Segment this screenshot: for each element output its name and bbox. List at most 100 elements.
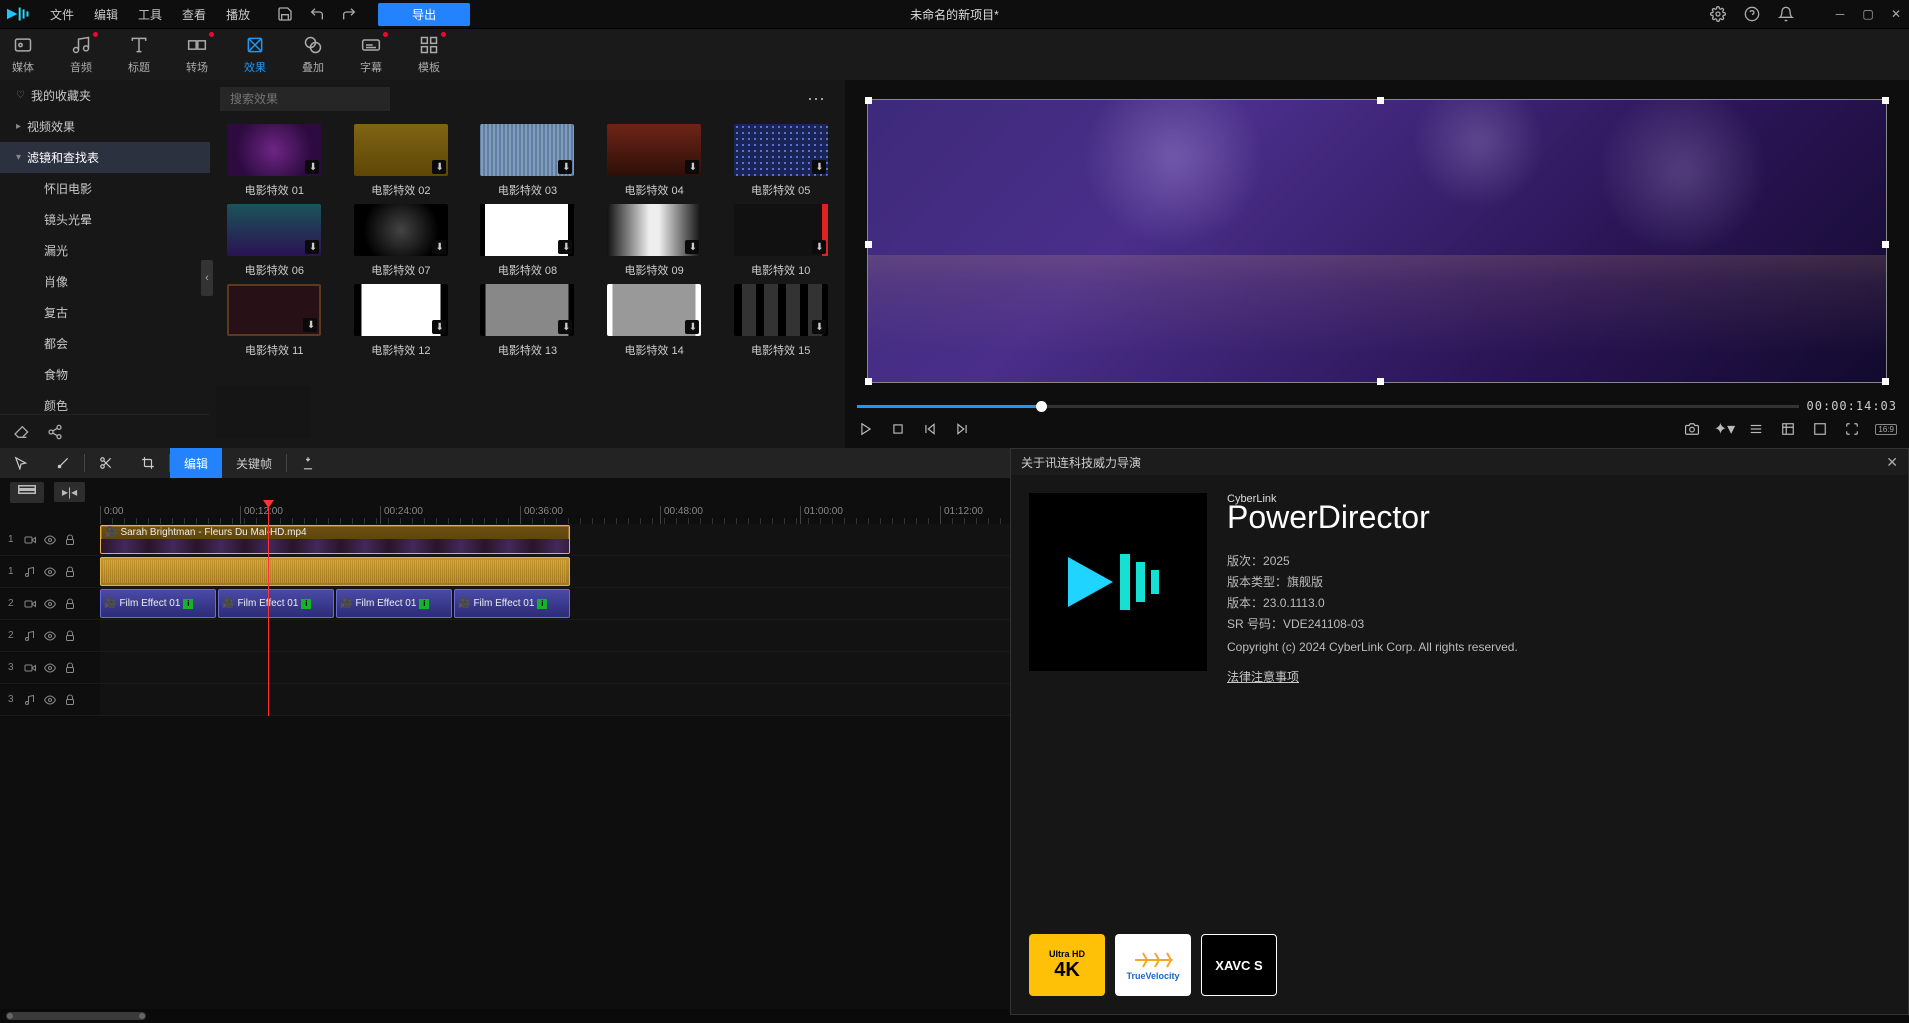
track-header[interactable]: 3: [0, 684, 100, 716]
download-icon[interactable]: ⬇: [309, 242, 317, 253]
track-header[interactable]: 1: [0, 556, 100, 588]
clip-effect[interactable]: 🎥Film Effect 01i: [336, 589, 452, 618]
sidebar-item[interactable]: 镜头光晕: [0, 204, 210, 235]
effect-thumb[interactable]: ⬇: [227, 124, 321, 176]
sidebar-item[interactable]: ▸视频效果: [0, 111, 210, 142]
lock-icon[interactable]: [64, 534, 76, 546]
legal-link[interactable]: 法律注意事项: [1227, 668, 1299, 685]
sidebar-item[interactable]: 颜色: [0, 390, 210, 414]
tool-marker-icon[interactable]: [287, 448, 329, 478]
redo-icon[interactable]: [340, 5, 358, 23]
fullscreen-icon[interactable]: [1843, 420, 1861, 438]
effect-thumb[interactable]: ⬇: [607, 284, 701, 336]
menu-edit[interactable]: 编辑: [86, 3, 126, 26]
effect-thumb[interactable]: ⬇: [734, 204, 828, 256]
export-button[interactable]: 导出: [378, 3, 470, 26]
effect-item[interactable]: ⬇电影特效 01: [216, 124, 333, 198]
lock-icon[interactable]: [64, 662, 76, 674]
effect-thumb[interactable]: ⬇: [734, 124, 828, 176]
effect-item[interactable]: ⬇电影特效 02: [343, 124, 460, 198]
share-icon[interactable]: [46, 423, 64, 441]
module-tab-effect[interactable]: 效果: [244, 34, 266, 75]
clip-effect[interactable]: 🎥Film Effect 01i: [100, 589, 216, 618]
effect-thumb[interactable]: ⬇: [354, 204, 448, 256]
menu-play[interactable]: 播放: [218, 3, 258, 26]
resize-handle[interactable]: [865, 241, 872, 248]
bell-icon[interactable]: [1777, 5, 1795, 23]
aspect-ratio[interactable]: 16:9: [1875, 424, 1897, 435]
download-icon[interactable]: ⬇: [562, 162, 570, 173]
effect-thumb[interactable]: ⬇: [354, 124, 448, 176]
effect-thumb[interactable]: ⬇: [734, 284, 828, 336]
clip-video[interactable]: 🎥Sarah Brightman - Fleurs Du Mal-HD.mp4: [100, 525, 570, 554]
download-icon[interactable]: ⬇: [436, 162, 444, 173]
save-icon[interactable]: [276, 5, 294, 23]
dock-icon[interactable]: [1811, 420, 1829, 438]
effect-thumb[interactable]: ⬇: [607, 204, 701, 256]
download-icon[interactable]: ⬇: [689, 162, 697, 173]
eraser-icon[interactable]: [12, 423, 30, 441]
effect-thumb[interactable]: ⬇: [480, 124, 574, 176]
prev-frame-icon[interactable]: [921, 420, 939, 438]
module-tab-template[interactable]: 模板: [418, 34, 440, 75]
resize-handle[interactable]: [1882, 241, 1889, 248]
resize-handle[interactable]: [1882, 97, 1889, 104]
lock-icon[interactable]: [64, 694, 76, 706]
about-titlebar[interactable]: 关于讯连科技威力导演 ✕: [1011, 449, 1908, 475]
sidebar-item[interactable]: 怀旧电影: [0, 173, 210, 204]
module-tab-transition[interactable]: 转场: [186, 34, 208, 75]
snap-button[interactable]: ▸|◂: [54, 482, 85, 502]
tool-select-icon[interactable]: [0, 448, 42, 478]
effect-item[interactable]: ⬇电影特效 10: [722, 204, 839, 278]
effect-item[interactable]: ⬇电影特效 13: [469, 284, 586, 358]
info-icon[interactable]: i: [419, 599, 429, 609]
snapshot-icon[interactable]: [1683, 420, 1701, 438]
track-manager-button[interactable]: [10, 482, 44, 503]
next-frame-icon[interactable]: [953, 420, 971, 438]
tool-cut-icon[interactable]: [85, 448, 127, 478]
preview-frame[interactable]: [853, 85, 1901, 397]
about-close-icon[interactable]: ✕: [1886, 454, 1898, 471]
menu-tools[interactable]: 工具: [130, 3, 170, 26]
tool-razor-icon[interactable]: [42, 448, 84, 478]
scrub-thumb[interactable]: [1036, 401, 1047, 412]
module-tab-subtitle[interactable]: 字幕: [360, 34, 382, 75]
preview-scrubber[interactable]: 00:00:14:03: [853, 397, 1901, 415]
module-tab-media[interactable]: 媒体: [12, 34, 34, 75]
preview-image[interactable]: [867, 99, 1887, 383]
collapse-sidebar-button[interactable]: ‹: [201, 260, 213, 296]
visibility-icon[interactable]: [44, 598, 56, 610]
download-icon[interactable]: ⬇: [562, 322, 570, 333]
download-icon[interactable]: ⬇: [815, 162, 823, 173]
sidebar-item[interactable]: ▾滤镜和查找表: [0, 142, 210, 173]
effect-item[interactable]: ⬇电影特效 08: [469, 204, 586, 278]
sidebar-item[interactable]: 漏光: [0, 235, 210, 266]
sidebar-item[interactable]: 都会: [0, 328, 210, 359]
download-icon[interactable]: ⬇: [689, 322, 697, 333]
list-icon[interactable]: [1747, 420, 1765, 438]
visibility-icon[interactable]: [44, 630, 56, 642]
download-icon[interactable]: ⬇: [815, 242, 823, 253]
effect-item[interactable]: ⬇电影特效 06: [216, 204, 333, 278]
scrub-track[interactable]: [857, 405, 1799, 408]
download-icon[interactable]: ⬇: [436, 242, 444, 253]
download-icon[interactable]: ⬇: [815, 322, 823, 333]
resize-handle[interactable]: [865, 378, 872, 385]
close-icon[interactable]: ✕: [1889, 7, 1903, 21]
effect-item[interactable]: ⬇电影特效 12: [343, 284, 460, 358]
info-icon[interactable]: i: [537, 599, 547, 609]
download-icon[interactable]: ⬇: [309, 162, 317, 173]
lock-icon[interactable]: [64, 598, 76, 610]
info-icon[interactable]: i: [301, 599, 311, 609]
stop-icon[interactable]: [889, 420, 907, 438]
resize-handle[interactable]: [1377, 97, 1384, 104]
lock-icon[interactable]: [64, 630, 76, 642]
sidebar-item[interactable]: ♡我的收藏夹: [0, 80, 210, 111]
fit-icon[interactable]: [1779, 420, 1797, 438]
track-header[interactable]: 2: [0, 620, 100, 652]
lock-icon[interactable]: [64, 566, 76, 578]
sidebar-item[interactable]: 肖像: [0, 266, 210, 297]
clip-effect[interactable]: 🎥Film Effect 01i: [218, 589, 334, 618]
download-icon[interactable]: ⬇: [562, 242, 570, 253]
track-header[interactable]: 1: [0, 524, 100, 556]
